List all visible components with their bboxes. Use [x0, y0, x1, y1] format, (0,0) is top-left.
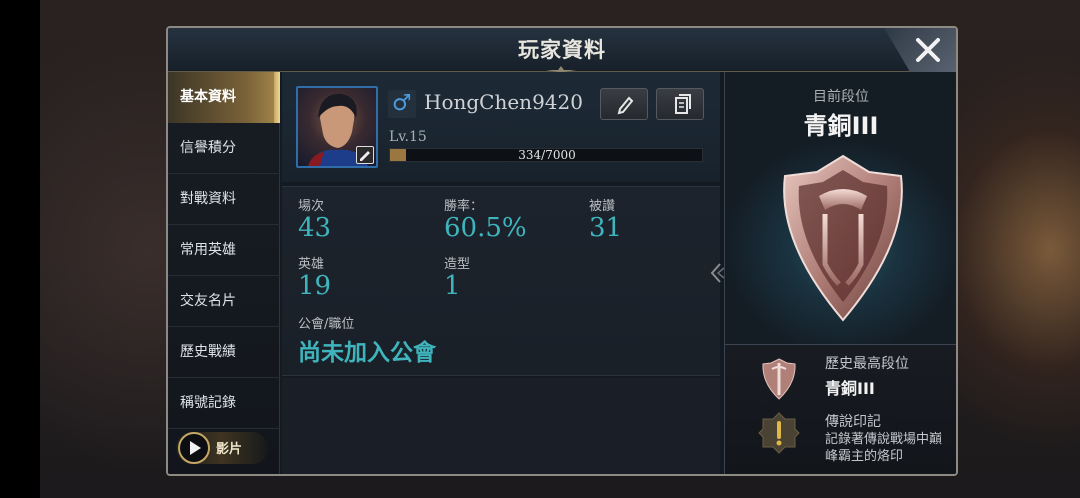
- video-label: 影片: [216, 442, 243, 457]
- play-icon: [178, 432, 210, 464]
- matches-value: 43: [298, 213, 332, 243]
- player-name: HongChen9420: [424, 90, 583, 114]
- sidebar-item-credit-score[interactable]: 信譽積分: [168, 123, 280, 174]
- pencil-icon: [617, 96, 634, 115]
- stats-panel: 場次 43 勝率： 60.5% 被讚 31 英雄 19 造型 1 公會/職位 尚…: [282, 186, 720, 376]
- xp-progress-bar: 334/7000: [389, 148, 703, 162]
- history-rank-value: 青銅III: [825, 379, 875, 398]
- guild-label: 公會/職位: [298, 317, 355, 332]
- skins-value: 1: [444, 271, 461, 301]
- sidebar-item-title-record[interactable]: 稱號記錄: [168, 378, 280, 429]
- sidebar-item-basic-info[interactable]: 基本資料: [168, 72, 280, 123]
- avatar[interactable]: [296, 86, 378, 168]
- bronze-rank-shield-icon[interactable]: [773, 152, 913, 324]
- profile-header: ♂ HongChen9420 Lv.15 334/7000: [282, 72, 720, 182]
- sidebar-item-battle-data[interactable]: 對戰資料: [168, 174, 280, 225]
- copy-icon: [675, 94, 691, 114]
- history-panel: 歷史最高段位 青銅III 傳說印記 記錄著傳說戰場中巔峰霸主的烙印: [724, 344, 956, 474]
- likes-value: 31: [589, 213, 623, 243]
- current-rank-panel: 目前段位 青銅III: [724, 72, 956, 344]
- matches-label: 場次: [298, 199, 325, 214]
- history-rank-shield-icon: [762, 358, 796, 400]
- gender-male-icon: ♂: [388, 90, 416, 118]
- sidebar-item-common-heroes[interactable]: 常用英雄: [168, 225, 280, 276]
- legend-mark-description: 記錄著傳說戰場中巔峰霸主的烙印: [825, 432, 943, 464]
- legend-mark-icon: [758, 412, 800, 454]
- current-rank-label: 目前段位: [813, 89, 869, 105]
- skins-label: 造型: [444, 257, 471, 272]
- screen-edge: [0, 0, 40, 498]
- history-rank-label: 歷史最高段位: [825, 356, 909, 372]
- sidebar-item-match-history[interactable]: 歷史戰績: [168, 327, 280, 378]
- heroes-label: 英雄: [298, 257, 325, 272]
- empty-area: [282, 378, 720, 474]
- edit-name-button[interactable]: [600, 88, 648, 120]
- guild-value: 尚未加入公會: [298, 340, 436, 366]
- xp-progress-text: 334/7000: [518, 148, 576, 162]
- winrate-value: 60.5%: [444, 213, 527, 243]
- close-icon[interactable]: [912, 34, 944, 66]
- winrate-label: 勝率：: [444, 199, 484, 214]
- copy-button[interactable]: [656, 88, 704, 120]
- gender-symbol: ♂: [392, 91, 412, 116]
- player-level: Lv.15: [389, 129, 427, 145]
- avatar-edit-icon[interactable]: [356, 146, 374, 164]
- legend-mark-title: 傳說印記: [825, 414, 881, 430]
- video-button[interactable]: 影片: [176, 432, 268, 464]
- sidebar: 基本資料 信譽積分 對戰資料 常用英雄 交友名片 歷史戰績 稱號記錄 影片: [168, 72, 280, 474]
- likes-label: 被讚: [589, 199, 616, 214]
- dialog-title: 玩家資料: [518, 38, 606, 62]
- player-info-dialog: 玩家資料 基本資料 信譽積分 對戰資料 常用英雄 交友名片 歷史戰績 稱號記錄 …: [166, 26, 958, 476]
- current-rank-name: 青銅III: [803, 112, 879, 140]
- title-bar: 玩家資料: [168, 28, 956, 77]
- sidebar-item-friend-card[interactable]: 交友名片: [168, 276, 280, 327]
- heroes-value: 19: [298, 271, 332, 301]
